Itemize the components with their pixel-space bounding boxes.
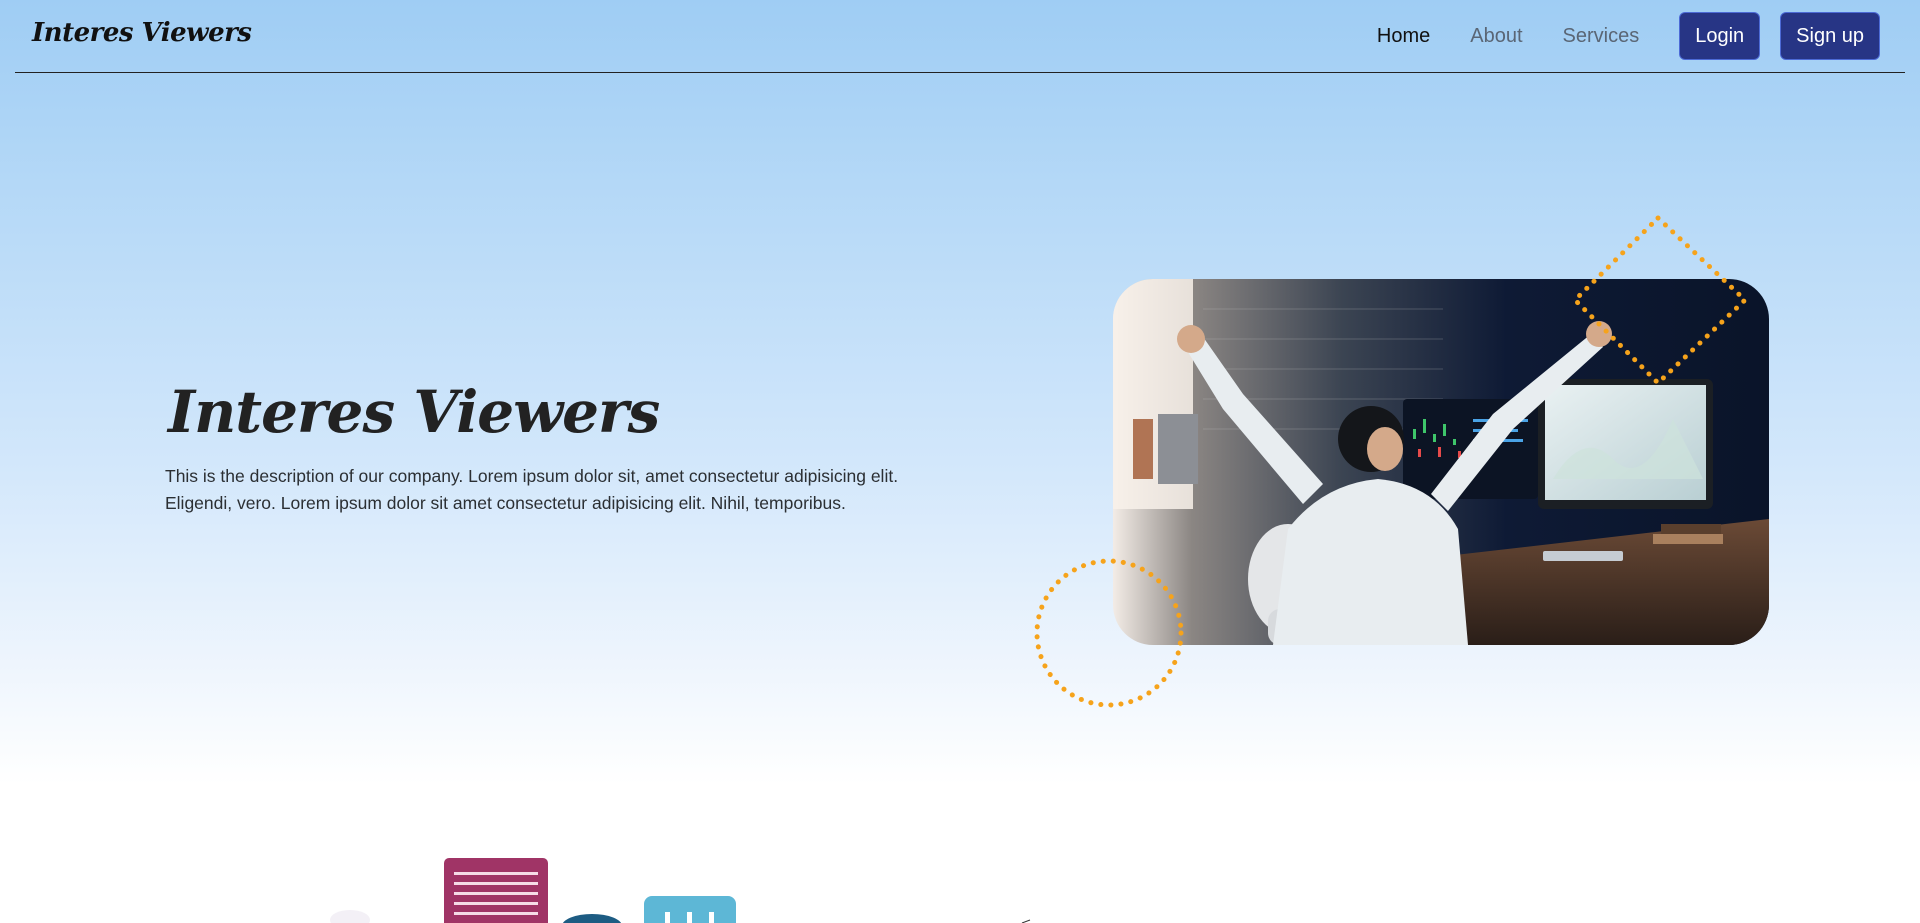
document-icon xyxy=(444,858,548,923)
hero-title: Interes Viewers xyxy=(168,378,660,446)
nav-about-link[interactable]: About xyxy=(1470,25,1522,48)
signup-button[interactable]: Sign up xyxy=(1780,12,1880,60)
documents-illustration xyxy=(330,858,1031,923)
brand-logo[interactable]: Interes Viewers xyxy=(32,18,252,48)
navbar: Interes Viewers Home About Services Logi… xyxy=(15,0,1905,73)
hero-image xyxy=(1113,279,1769,645)
nav-links: Home About Services Login Sign up xyxy=(1377,12,1905,60)
features-illustration xyxy=(0,840,1920,923)
nav-home-link[interactable]: Home xyxy=(1377,25,1430,48)
office-celebration-photo xyxy=(1113,279,1769,645)
login-button[interactable]: Login xyxy=(1679,12,1761,60)
hero-description-line1: This is the description of our company. … xyxy=(165,466,899,486)
nav-services-link[interactable]: Services xyxy=(1563,25,1640,48)
calendar-icon xyxy=(644,896,736,923)
hero-description-line2: Eligendi, vero. Lorem ipsum dolor sit am… xyxy=(165,493,846,513)
hero-description: This is the description of our company. … xyxy=(165,463,945,517)
